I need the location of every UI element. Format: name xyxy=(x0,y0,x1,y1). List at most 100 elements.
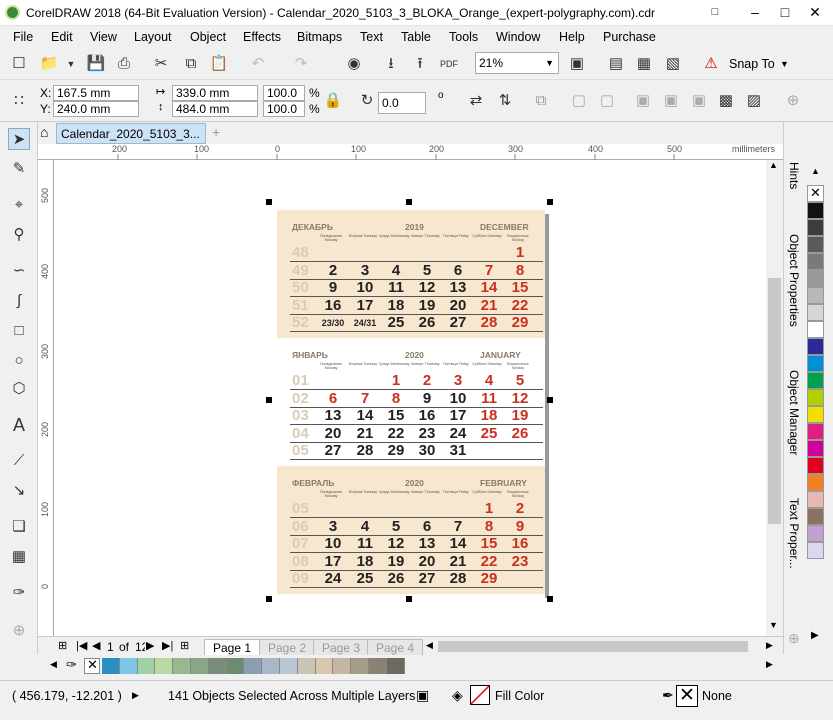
scroll-down-icon[interactable]: ▼ xyxy=(769,620,778,630)
home-icon[interactable]: ⌂ xyxy=(40,124,48,140)
menu-window[interactable]: Window xyxy=(496,30,540,44)
crop-tool-icon[interactable]: ⌖ xyxy=(8,194,30,216)
color-swatch[interactable] xyxy=(807,287,824,304)
color-swatch[interactable] xyxy=(102,658,120,674)
mirror-horizontal-icon[interactable]: ⇄ xyxy=(465,90,487,112)
polygon-tool-icon[interactable]: ⬡ xyxy=(8,378,30,400)
horizontal-ruler[interactable]: 200 100 0 100 200 300 400 500 millimeter… xyxy=(38,144,783,160)
add-page-icon[interactable]: ⊞ xyxy=(58,639,67,652)
add-docker-icon[interactable]: ⊕ xyxy=(788,630,800,647)
selection-handle[interactable] xyxy=(266,596,272,602)
close-button[interactable]: ✕ xyxy=(800,0,830,26)
mirror-vertical-icon[interactable]: ⇅ xyxy=(494,90,516,112)
color-swatch[interactable] xyxy=(807,440,824,457)
y-position-field[interactable]: 240.0 mm xyxy=(53,101,139,117)
docker-object-properties[interactable]: Object Properties xyxy=(787,234,801,327)
color-swatch[interactable] xyxy=(333,658,352,674)
menu-view[interactable]: View xyxy=(90,30,117,44)
import-icon[interactable]: ⭳ xyxy=(380,53,402,75)
color-swatch[interactable] xyxy=(807,474,824,491)
dimension-tool-icon[interactable]: ⟋ xyxy=(8,450,30,472)
zoom-fit-icon[interactable]: ▣ xyxy=(566,53,588,75)
add-tool-icon[interactable]: ⊕ xyxy=(8,620,30,642)
vertical-ruler[interactable]: 500 400 300 200 100 0 xyxy=(38,160,54,636)
color-swatch[interactable] xyxy=(297,658,316,674)
color-swatch[interactable] xyxy=(226,658,245,674)
color-proof-icon[interactable]: ▣ xyxy=(416,687,429,704)
x-position-field[interactable]: 167.5 mm xyxy=(53,85,139,101)
menu-help[interactable]: Help xyxy=(559,30,585,44)
trim-icon[interactable]: ▣ xyxy=(688,90,710,112)
scroll-thumb[interactable] xyxy=(768,278,781,524)
export-icon[interactable]: ⭱ xyxy=(409,53,431,75)
outline-color-swatch[interactable]: ✕ xyxy=(676,685,698,707)
color-swatch[interactable] xyxy=(807,508,824,525)
copy-icon[interactable]: ⧉ xyxy=(180,53,202,75)
add-page-icon[interactable]: ⊞ xyxy=(180,639,189,652)
freehand-tool-icon[interactable]: ∽ xyxy=(8,260,30,282)
color-swatch[interactable] xyxy=(137,658,156,674)
snap-off-icon[interactable]: ⚠ xyxy=(700,53,722,75)
full-screen-icon[interactable]: ▤ xyxy=(605,53,627,75)
color-swatch[interactable] xyxy=(315,658,334,674)
menu-purchase[interactable]: Purchase xyxy=(603,30,656,44)
color-swatch[interactable] xyxy=(807,338,824,355)
new-tab-icon[interactable]: + xyxy=(212,124,220,140)
docker-object-manager[interactable]: Object Manager xyxy=(787,370,801,455)
document-tab[interactable]: Calendar_2020_5103_3... xyxy=(56,123,206,144)
color-swatch[interactable] xyxy=(807,542,824,559)
save-icon[interactable]: 💾 xyxy=(85,53,107,75)
menu-text[interactable]: Text xyxy=(360,30,383,44)
page-tab-3[interactable]: Page 3 xyxy=(313,639,370,655)
color-swatch[interactable] xyxy=(368,658,387,674)
color-swatch[interactable] xyxy=(807,202,824,219)
next-page-icon[interactable]: ▶ xyxy=(146,639,154,652)
object-origin-icon[interactable]: ∷ xyxy=(8,90,30,112)
color-swatch[interactable] xyxy=(807,253,824,270)
menu-tools[interactable]: Tools xyxy=(449,30,478,44)
color-swatch[interactable] xyxy=(351,658,369,674)
new-document-icon[interactable]: ☐ xyxy=(8,53,30,75)
chevron-down-icon[interactable]: ▼ xyxy=(780,59,789,69)
paste-icon[interactable]: 📋 xyxy=(208,53,230,75)
menu-object[interactable]: Object xyxy=(190,30,226,44)
combine-icon[interactable]: ▣ xyxy=(632,90,654,112)
rectangle-tool-icon[interactable]: □ xyxy=(8,320,30,342)
color-swatch[interactable] xyxy=(807,491,824,508)
first-page-icon[interactable]: |◀ xyxy=(76,639,87,652)
calendar-page[interactable]: ДЕКАБРЬ 2019 DECEMBER Понедельник Monday Вто… xyxy=(277,210,545,594)
snap-to-dropdown[interactable]: Snap To xyxy=(729,57,775,71)
artistic-media-icon[interactable]: ∫ xyxy=(8,290,30,312)
color-swatch[interactable] xyxy=(807,457,824,474)
fill-icon[interactable]: ◈ xyxy=(452,687,463,704)
grid-icon[interactable]: ▦ xyxy=(633,53,655,75)
scroll-left-icon[interactable]: ◀ xyxy=(426,640,433,651)
drop-shadow-icon[interactable]: ❏ xyxy=(8,516,30,538)
color-swatch[interactable] xyxy=(386,658,405,674)
ellipse-tool-icon[interactable]: ○ xyxy=(8,350,30,372)
transparency-icon[interactable]: ▦ xyxy=(8,546,30,568)
color-swatch[interactable] xyxy=(807,389,824,406)
menu-table[interactable]: Table xyxy=(401,30,431,44)
color-swatch[interactable] xyxy=(190,658,209,674)
color-swatch[interactable]: ✕ xyxy=(807,185,824,202)
ungroup-icon[interactable]: ▢ xyxy=(568,90,590,112)
color-swatch[interactable] xyxy=(807,321,824,338)
search-content-icon[interactable]: ◉ xyxy=(343,53,365,75)
eyedropper-icon[interactable]: ✑ xyxy=(66,657,77,673)
lock-ratio-icon[interactable]: 🔒 xyxy=(322,90,344,112)
color-swatch[interactable] xyxy=(807,355,824,372)
minimize-button[interactable]: – xyxy=(740,0,770,26)
ungroup-all-icon[interactable]: ▢ xyxy=(596,90,618,112)
print-icon[interactable]: ⎙ xyxy=(113,53,135,75)
pick-tool-icon[interactable]: ➤ xyxy=(8,128,30,150)
color-swatch[interactable] xyxy=(279,658,298,674)
text-tool-icon[interactable]: A xyxy=(8,414,30,436)
menu-edit[interactable]: Edit xyxy=(51,30,73,44)
shape-tool-icon[interactable]: ✎ xyxy=(8,158,30,180)
pdf-icon[interactable]: PDF xyxy=(438,53,460,75)
connector-tool-icon[interactable]: ↘ xyxy=(8,480,30,502)
rotation-angle-field[interactable]: 0.0 xyxy=(378,92,426,114)
undo-icon[interactable]: ↶ xyxy=(247,53,269,75)
weld-icon[interactable]: ▣ xyxy=(660,90,682,112)
